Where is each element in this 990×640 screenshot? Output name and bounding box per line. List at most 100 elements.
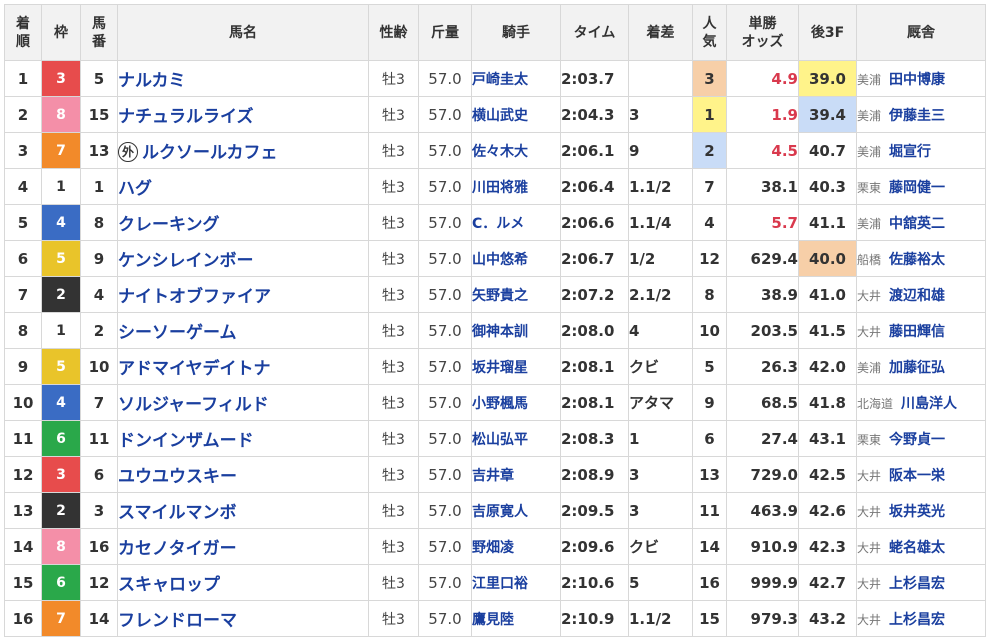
horse-name-link[interactable]: ナチュラルライズ	[119, 107, 254, 127]
race-time: 2:09.6	[560, 528, 629, 565]
finish-margin: 3	[628, 96, 693, 133]
jockey-link[interactable]: 鷹見陸	[471, 600, 561, 637]
finish-position: 12	[4, 456, 42, 493]
header-last-3f[interactable]: 後3F	[798, 4, 857, 61]
horse-name-link[interactable]: ケンシレインボー	[119, 251, 254, 271]
table-row: 7 2 4 ナイトオブファイア 牡3 57.0 矢野貴之 2:07.2 2.1/2 8 38.9 41…	[4, 276, 986, 313]
jockey-link[interactable]: 山中悠希	[471, 240, 561, 277]
trainer-link[interactable]: 伊藤圭三	[889, 108, 945, 124]
finish-position: 8	[4, 312, 42, 349]
finish-margin: クビ	[628, 528, 693, 565]
header-popularity[interactable]: 人気	[692, 4, 727, 61]
finish-margin: 1	[628, 420, 693, 457]
trainer-link[interactable]: 加藤征弘	[889, 360, 945, 376]
trainer-link[interactable]: 堀宣行	[889, 144, 931, 160]
jockey-link[interactable]: 江里口裕	[471, 564, 561, 601]
horse-name-link[interactable]: ユウユウスキー	[119, 467, 238, 487]
horse-name-link[interactable]: スキャロップ	[119, 575, 221, 595]
trainer-link[interactable]: 渡辺和雄	[889, 288, 945, 304]
horse-name-link[interactable]: フレンドローマ	[119, 611, 238, 631]
trainer-link[interactable]: 上杉昌宏	[889, 576, 945, 592]
trainer-link[interactable]: 上杉昌宏	[889, 612, 945, 628]
horse-name-link[interactable]: シーソーゲーム	[119, 323, 237, 343]
horse-name-link[interactable]: ナイトオブファイア	[119, 287, 272, 307]
popularity: 8	[692, 276, 727, 313]
horse-name-cell: ユウユウスキー	[117, 456, 369, 493]
jockey-link[interactable]: 坂井瑠星	[471, 348, 561, 385]
jockey-link[interactable]: 佐々木大	[471, 132, 561, 169]
header-row: 着順 枠 馬番 馬名 性齢 斤量 騎手 タイム 着差 人気 単勝 オッズ 後3F …	[4, 4, 986, 61]
jockey-link[interactable]: 横山武史	[471, 96, 561, 133]
finish-position: 16	[4, 600, 42, 637]
header-rank[interactable]: 着順	[4, 4, 42, 61]
trainer-link[interactable]: 田中博康	[889, 72, 945, 88]
jockey-link[interactable]: 吉井章	[471, 456, 561, 493]
header-jockey[interactable]: 騎手	[471, 4, 561, 61]
sex-age: 牡3	[368, 600, 419, 637]
horse-name-link[interactable]: アドマイヤデイトナ	[119, 359, 271, 379]
bracket-badge: 7	[42, 601, 80, 636]
header-umaban[interactable]: 馬番	[80, 4, 118, 61]
horse-name-link[interactable]: ナルカミ	[119, 71, 186, 91]
horse-name-link[interactable]: カセノタイガー	[119, 539, 237, 559]
horse-name-link[interactable]: ドンインザムード	[119, 431, 254, 451]
race-time: 2:10.9	[560, 600, 629, 637]
finish-position: 11	[4, 420, 42, 457]
trainer-link[interactable]: 藤岡健一	[889, 180, 945, 196]
last-3f-time: 43.2	[798, 600, 857, 637]
jockey-link[interactable]: 御神本訓	[471, 312, 561, 349]
jockey-link[interactable]: 矢野貴之	[471, 276, 561, 313]
trainer-link[interactable]: 藤田輝信	[889, 324, 945, 340]
horse-name-link[interactable]: ハグ	[119, 179, 153, 199]
jockey-link[interactable]: 小野楓馬	[471, 384, 561, 421]
trainer-link[interactable]: 今野貞一	[889, 432, 945, 448]
jockey-link[interactable]: 戸崎圭太	[471, 60, 561, 97]
sex-age: 牡3	[368, 456, 419, 493]
trainer-link[interactable]: 川島洋人	[901, 396, 957, 412]
jockey-link[interactable]: 野畑凌	[471, 528, 561, 565]
header-sex-age[interactable]: 性齢	[368, 4, 419, 61]
jockey-link[interactable]: 松山弘平	[471, 420, 561, 457]
trainer-cell: 大井 蛯名雄太	[856, 528, 986, 565]
horse-name-cell: シーソーゲーム	[117, 312, 369, 349]
header-weight[interactable]: 斤量	[418, 4, 472, 61]
sex-age: 牡3	[368, 276, 419, 313]
trainer-link[interactable]: 阪本一栄	[889, 468, 945, 484]
popularity: 1	[692, 96, 727, 133]
win-odds: 5.7	[726, 204, 799, 241]
table-row: 14 8 16 カセノタイガー 牡3 57.0 野畑凌 2:09.6 クビ 14 910.9 42.3…	[4, 528, 986, 565]
last-3f-time: 42.3	[798, 528, 857, 565]
carried-weight: 57.0	[418, 168, 472, 205]
bracket-badge: 1	[42, 313, 80, 348]
win-odds: 27.4	[726, 420, 799, 457]
header-waku[interactable]: 枠	[41, 4, 81, 61]
trainer-link[interactable]: 中舘英二	[889, 216, 945, 232]
sex-age: 牡3	[368, 204, 419, 241]
bracket-badge: 8	[42, 97, 80, 132]
jockey-link[interactable]: 川田将雅	[471, 168, 561, 205]
bracket-number: 5	[41, 348, 81, 385]
horse-name-cell: スキャロップ	[117, 564, 369, 601]
horse-name-link[interactable]: ルクソールカフェ	[142, 143, 278, 163]
header-time[interactable]: タイム	[560, 4, 629, 61]
jockey-link[interactable]: C．ルメ	[471, 204, 561, 241]
bracket-number: 4	[41, 384, 81, 421]
table-row: 5 4 8 クレーキング 牡3 57.0 C．ルメ 2:06.6 1.1/4 4 5.7 41.1 美浦…	[4, 204, 986, 241]
jockey-link[interactable]: 吉原寛人	[471, 492, 561, 529]
header-trainer[interactable]: 厩舎	[856, 4, 986, 61]
race-time: 2:06.1	[560, 132, 629, 169]
trainer-link[interactable]: 坂井英光	[889, 504, 945, 520]
header-horse-name[interactable]: 馬名	[117, 4, 369, 61]
horse-name-link[interactable]: クレーキング	[119, 215, 220, 235]
popularity: 2	[692, 132, 727, 169]
popularity: 13	[692, 456, 727, 493]
trainer-link[interactable]: 蛯名雄太	[889, 540, 945, 556]
trainer-link[interactable]: 佐藤裕太	[889, 252, 945, 268]
header-win-odds[interactable]: 単勝 オッズ	[726, 4, 799, 61]
horse-name-link[interactable]: ソルジャーフィルド	[119, 395, 269, 415]
trainer-cell: 美浦 中舘英二	[856, 204, 986, 241]
finish-position: 9	[4, 348, 42, 385]
finish-margin: クビ	[628, 348, 693, 385]
horse-name-link[interactable]: スマイルマンボ	[119, 503, 237, 523]
header-margin[interactable]: 着差	[628, 4, 693, 61]
